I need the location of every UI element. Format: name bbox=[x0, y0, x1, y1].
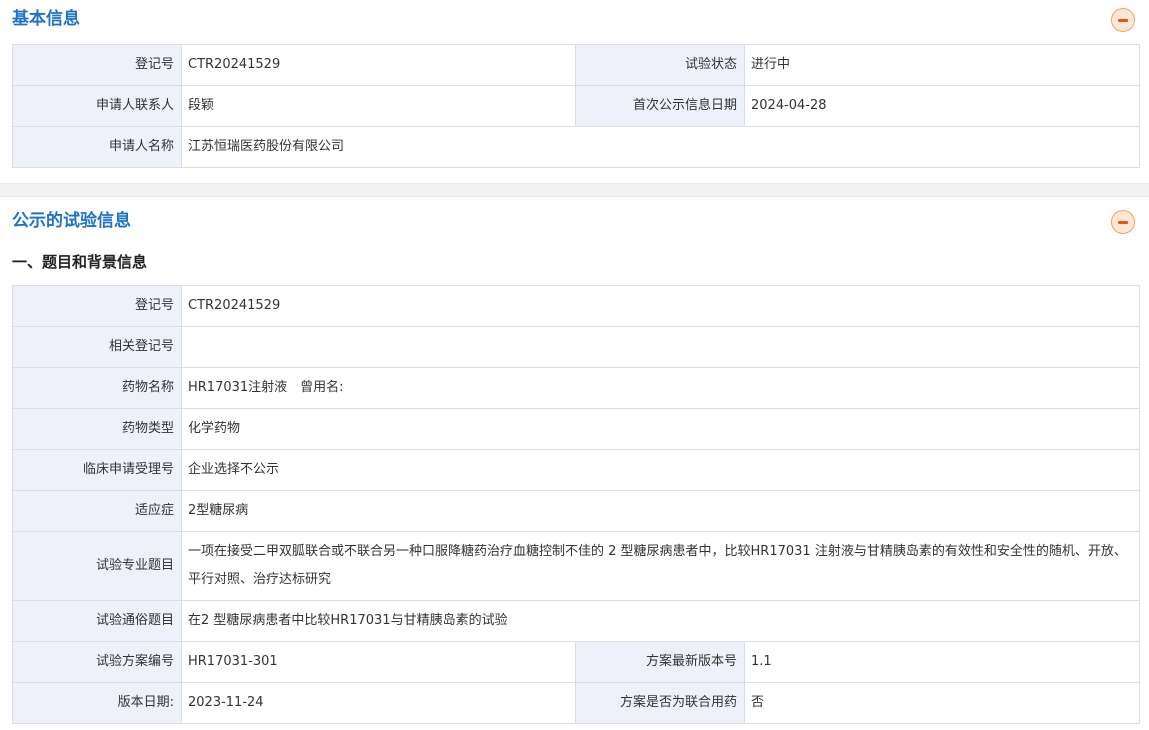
table-row: 临床申请受理号 企业选择不公示 bbox=[12, 449, 1140, 491]
table-row: 试验方案编号 HR17031-301 方案最新版本号 1.1 bbox=[12, 641, 1140, 683]
collapse-minus-icon[interactable] bbox=[1111, 210, 1135, 234]
first-pub-date-label: 首次公示信息日期 bbox=[575, 85, 745, 127]
reg-no-value: CTR20241529 bbox=[181, 285, 1140, 327]
combination-drug-value: 否 bbox=[744, 682, 1140, 724]
acceptance-no-value: 企业选择不公示 bbox=[181, 449, 1140, 491]
background-subtitle: 一、题目和背景信息 bbox=[12, 253, 148, 271]
table-row: 申请人联系人 段颖 首次公示信息日期 2024-04-28 bbox=[12, 85, 1140, 127]
contact-value: 段颖 bbox=[181, 85, 576, 127]
contact-label: 申请人联系人 bbox=[12, 85, 182, 127]
section-divider bbox=[0, 183, 1149, 197]
combination-drug-label: 方案是否为联合用药 bbox=[575, 682, 745, 724]
version-date-value: 2023-11-24 bbox=[181, 682, 576, 724]
table-row: 适应症 2型糖尿病 bbox=[12, 490, 1140, 532]
table-row: 登记号 CTR20241529 试验状态 进行中 bbox=[12, 44, 1140, 86]
popular-title-value: 在2 型糖尿病患者中比较HR17031与甘精胰岛素的试验 bbox=[181, 600, 1140, 642]
table-row: 版本日期: 2023-11-24 方案是否为联合用药 否 bbox=[12, 682, 1140, 724]
reg-no-value: CTR20241529 bbox=[181, 44, 576, 86]
table-row: 申请人名称 江苏恒瑞医药股份有限公司 bbox=[12, 126, 1140, 168]
basic-info-section: 基本信息 登记号 CTR20241529 试验状态 进行中 申请人联系人 段颖 … bbox=[0, 0, 1149, 183]
applicant-value: 江苏恒瑞医药股份有限公司 bbox=[181, 126, 1140, 168]
acceptance-no-label: 临床申请受理号 bbox=[12, 449, 182, 491]
latest-version-label: 方案最新版本号 bbox=[575, 641, 745, 683]
drug-type-label: 药物类型 bbox=[12, 408, 182, 450]
collapse-minus-icon[interactable] bbox=[1111, 8, 1135, 32]
professional-title-value: 一项在接受二甲双胍联合或不联合另一种口服降糖药治疗血糖控制不佳的 2 型糖尿病患… bbox=[181, 531, 1140, 601]
reg-no-label: 登记号 bbox=[12, 44, 182, 86]
drug-name-value: HR17031注射液 曾用名: bbox=[181, 367, 1140, 409]
first-pub-date-value: 2024-04-28 bbox=[744, 85, 1140, 127]
basic-info-title: 基本信息 bbox=[12, 9, 80, 29]
version-date-label: 版本日期: bbox=[12, 682, 182, 724]
drug-name-label: 药物名称 bbox=[12, 367, 182, 409]
popular-title-label: 试验通俗题目 bbox=[12, 600, 182, 642]
protocol-no-value: HR17031-301 bbox=[181, 641, 576, 683]
latest-version-value: 1.1 bbox=[744, 641, 1140, 683]
professional-title-label: 试验专业题目 bbox=[12, 531, 182, 601]
table-row: 试验专业题目 一项在接受二甲双胍联合或不联合另一种口服降糖药治疗血糖控制不佳的 … bbox=[12, 531, 1140, 601]
reg-no-label: 登记号 bbox=[12, 285, 182, 327]
trial-status-label: 试验状态 bbox=[575, 44, 745, 86]
table-row: 试验通俗题目 在2 型糖尿病患者中比较HR17031与甘精胰岛素的试验 bbox=[12, 600, 1140, 642]
trial-status-value: 进行中 bbox=[744, 44, 1140, 86]
trial-info-title: 公示的试验信息 bbox=[12, 211, 131, 231]
related-reg-no-label: 相关登记号 bbox=[12, 326, 182, 368]
related-reg-no-value bbox=[181, 326, 1140, 368]
indication-label: 适应症 bbox=[12, 490, 182, 532]
table-row: 药物名称 HR17031注射液 曾用名: bbox=[12, 367, 1140, 409]
protocol-no-label: 试验方案编号 bbox=[12, 641, 182, 683]
table-row: 登记号 CTR20241529 bbox=[12, 285, 1140, 327]
trial-info-section: 公示的试验信息 一、题目和背景信息 登记号 CTR20241529 相关登记号 … bbox=[0, 197, 1149, 730]
applicant-label: 申请人名称 bbox=[12, 126, 182, 168]
indication-value: 2型糖尿病 bbox=[181, 490, 1140, 532]
drug-type-value: 化学药物 bbox=[181, 408, 1140, 450]
table-row: 药物类型 化学药物 bbox=[12, 408, 1140, 450]
trial-info-table: 登记号 CTR20241529 相关登记号 药物名称 HR17031注射液 曾用… bbox=[12, 285, 1140, 724]
table-row: 相关登记号 bbox=[12, 326, 1140, 368]
basic-info-table: 登记号 CTR20241529 试验状态 进行中 申请人联系人 段颖 首次公示信… bbox=[12, 44, 1140, 168]
